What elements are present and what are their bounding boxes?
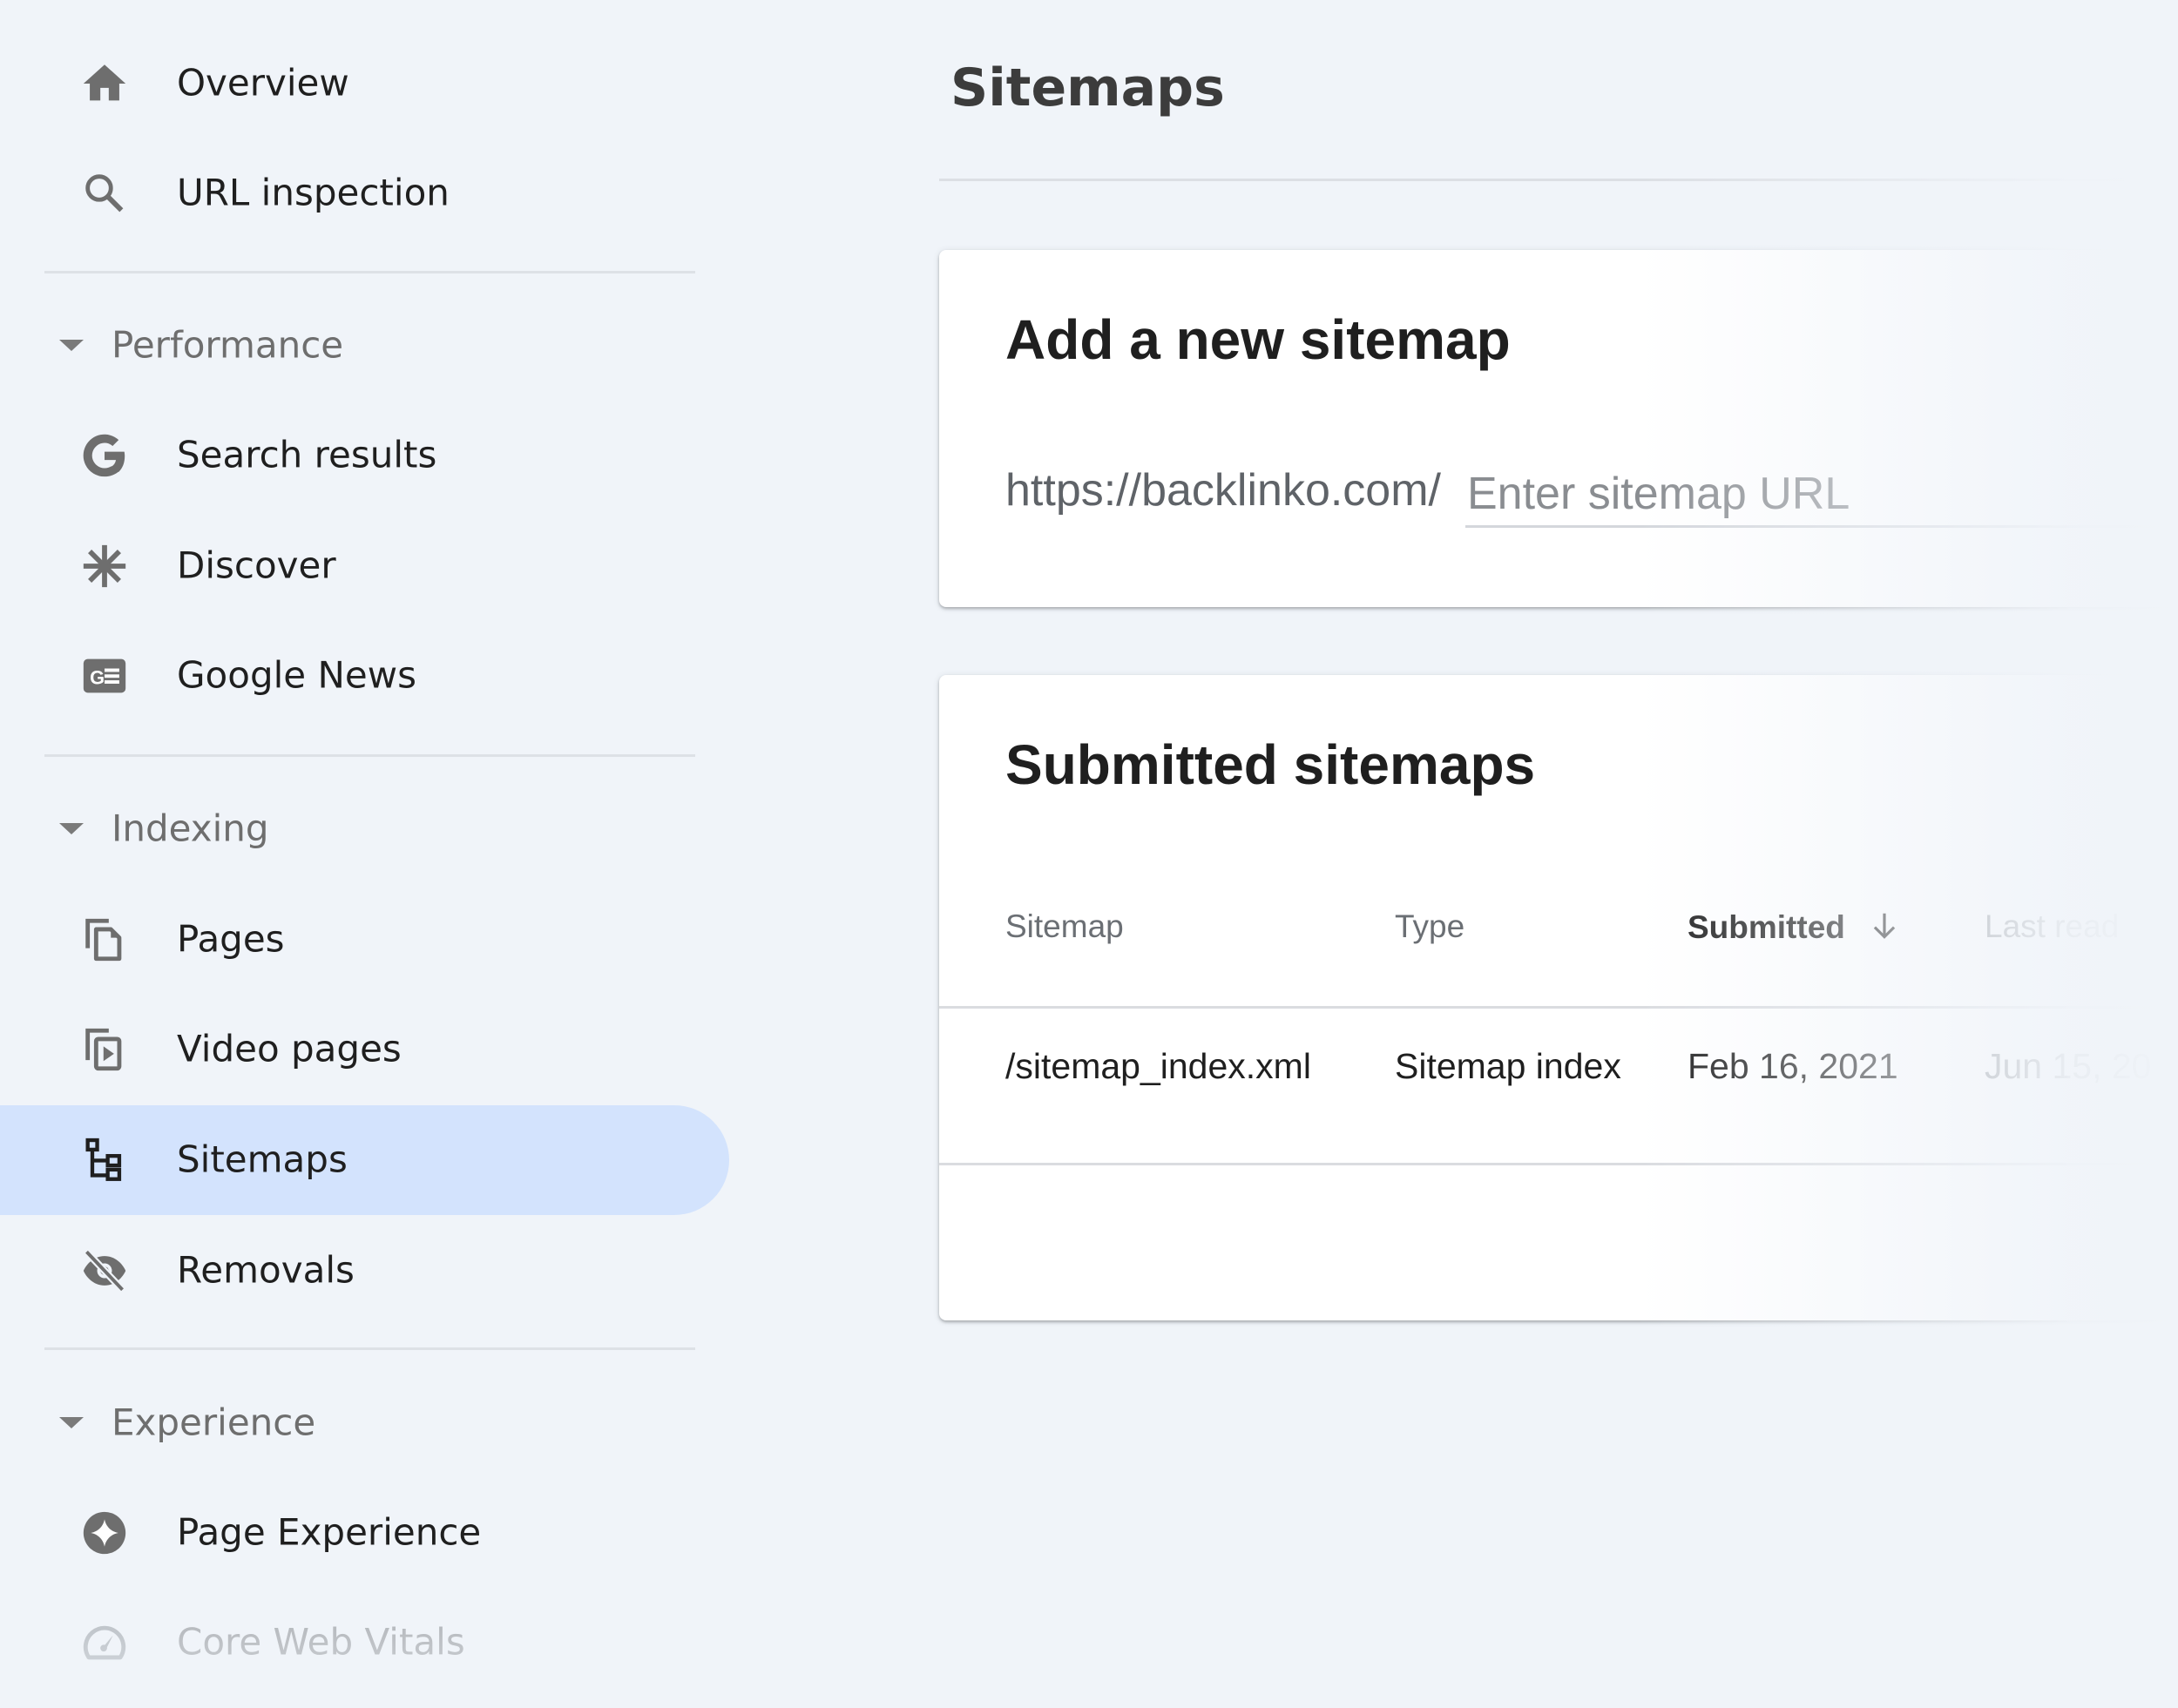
google-news-icon: G [79,651,130,701]
add-sitemap-card: Add a new sitemap https://backlinko.com/ [939,250,2178,607]
google-g-icon [79,430,130,481]
cell-submitted: Feb 16, 2021 [1688,1046,1898,1086]
speedometer-icon [79,1617,130,1668]
column-label: Type [1395,908,1465,944]
sidebar-item-url-inspection[interactable]: URL inspection [0,138,729,248]
sidebar-item-label: Page Experience [177,1510,482,1554]
column-header-sitemap[interactable]: Sitemap [1005,908,1124,945]
section-toggle-experience[interactable]: Experience [0,1384,697,1462]
header-divider [939,179,2124,181]
sidebar-item-label: Core Web Vitals [177,1620,465,1664]
page-experience-icon [79,1508,130,1558]
pages-icon [79,915,130,965]
arrow-down-icon [1868,908,1901,951]
page-title: Sitemaps [950,57,1225,118]
submitted-sitemaps-title: Submitted sitemaps [1005,733,1536,796]
sitemap-icon [79,1135,130,1185]
cell-sitemap: /sitemap_index.xml [1005,1046,1311,1086]
search-icon [79,168,130,219]
sidebar-item-page-experience[interactable]: Page Experience [0,1478,729,1588]
section-toggle-indexing[interactable]: Indexing [0,790,697,868]
sidebar-divider [44,1347,695,1350]
sidebar-item-video-pages[interactable]: Video pages [0,995,729,1104]
column-label: Sitemap [1005,908,1124,944]
video-pages-icon [79,1024,130,1075]
sidebar-item-label: Removals [177,1248,355,1292]
table-divider [939,1006,2178,1009]
sidebar-divider [44,754,695,757]
cell-last-read: Jun 15, 20 [1985,1046,2152,1086]
sidebar-item-removals[interactable]: Removals [0,1216,729,1326]
sidebar-item-label: Pages [177,917,285,961]
caret-down-icon [59,823,84,834]
section-title: Performance [112,323,344,367]
home-icon [79,58,130,109]
sidebar-item-pages[interactable]: Pages [0,885,729,995]
column-label: Last read [1985,908,2120,944]
sidebar-item-label: Discover [177,543,336,587]
column-header-last-read[interactable]: Last read [1985,908,2119,945]
sidebar-divider [44,271,695,273]
sidebar-item-label: Search results [177,433,437,476]
asterisk-icon [79,541,130,591]
sidebar-item-label: Sitemaps [177,1138,348,1181]
column-label: Submitted [1688,909,1845,945]
submitted-sitemaps-card: Submitted sitemaps Sitemap Type Submitte… [939,675,2178,1320]
sidebar-item-sitemaps[interactable]: Sitemaps [0,1105,729,1215]
sidebar-item-label: Video pages [177,1027,402,1070]
caret-down-icon [59,340,84,351]
sidebar-item-label: Overview [177,61,349,105]
caret-down-icon [59,1417,84,1428]
sidebar-item-search-results[interactable]: Search results [0,401,729,510]
sitemap-url-input[interactable] [1465,462,2178,528]
section-title: Experience [112,1401,316,1444]
add-sitemap-title: Add a new sitemap [1005,308,1511,371]
table-divider [939,1163,2178,1165]
sidebar-item-overview[interactable]: Overview [0,29,729,138]
sidebar-item-core-web-vitals[interactable]: Core Web Vitals [0,1588,729,1698]
section-title: Indexing [112,807,269,850]
eye-off-icon [79,1246,130,1296]
cell-type: Sitemap index [1395,1046,1621,1086]
svg-text:G: G [90,667,105,689]
url-prefix: https://backlinko.com/ [1005,465,1441,516]
column-header-type[interactable]: Type [1395,908,1464,945]
sidebar-item-label: Google News [177,653,416,697]
section-toggle-performance[interactable]: Performance [0,307,697,385]
sidebar-item-google-news[interactable]: G Google News [0,621,729,731]
sidebar-item-discover[interactable]: Discover [0,511,729,621]
column-header-submitted[interactable]: Submitted [1688,908,1901,951]
sidebar-item-label: URL inspection [177,171,450,214]
